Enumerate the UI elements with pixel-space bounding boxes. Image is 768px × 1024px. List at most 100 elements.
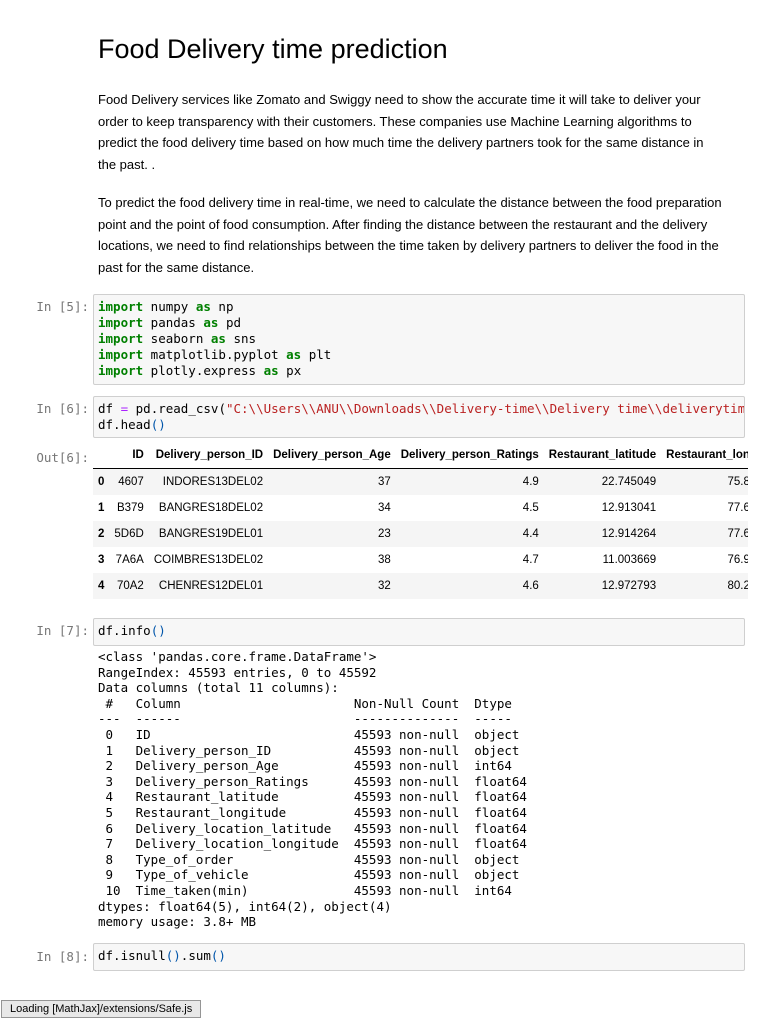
column-header: Delivery_person_Ratings: [395, 442, 544, 469]
code-string: "C:\\Users\\ANU\\Downloads\\Delivery-tim…: [225, 401, 745, 416]
module-name: plotly.express: [143, 363, 264, 378]
table-row: 2 5D6D BANGRES19DEL01 23 4.4 12.914264 77.6: [93, 521, 748, 547]
dataframe-table: ID Delivery_person_ID Delivery_person_Age D…: [93, 442, 748, 599]
table-cell: 37: [377, 476, 391, 488]
table-cell: 4.5: [522, 502, 539, 514]
cell-5-prompt: In [5]:: [36, 299, 89, 314]
keyword-as: as: [195, 299, 211, 314]
column-header: Restaurant_lon: [661, 442, 748, 469]
keyword-as: as: [286, 347, 302, 362]
module-alias: np: [210, 299, 234, 314]
column-header: [93, 442, 110, 469]
cell-7-output: <class 'pandas.core.frame.DataFrame'> Ra…: [98, 649, 527, 930]
table-cell: 77.6: [727, 502, 748, 514]
code-info-call: df.info: [98, 623, 151, 638]
column-header: Delivery_person_ID: [148, 442, 269, 469]
table-cell: 7A6A: [115, 554, 144, 566]
row-index: 2: [98, 528, 105, 540]
table-cell: 12.972793: [601, 580, 657, 592]
table-header-row: ID Delivery_person_ID Delivery_person_Age D…: [93, 442, 748, 469]
module-name: matplotlib.pyplot: [143, 347, 287, 362]
method-paragraph: To predict the food delivery time in rea…: [98, 195, 722, 275]
table-cell: 5D6D: [114, 528, 144, 540]
cell-8-prompt: In [8]:: [36, 949, 89, 964]
keyword-as: as: [203, 315, 219, 330]
table-row: 0 4607 INDORES13DEL02 37 4.9 22.745049 75.8: [93, 468, 748, 495]
table-cell: 76.9: [727, 554, 748, 566]
table-cell: 22.745049: [601, 476, 657, 488]
module-alias: sns: [225, 331, 257, 346]
code-paren: (): [165, 948, 181, 963]
module-alias: px: [278, 363, 302, 378]
table-cell: CHENRES12DEL01: [158, 580, 264, 592]
column-header: ID: [109, 442, 149, 469]
notebook-title: Food Delivery time prediction: [98, 34, 448, 64]
cell-8-code[interactable]: df.isnull().sum(): [94, 944, 744, 968]
code-line: import numpy as np: [98, 299, 233, 314]
code-line: import plotly.express as px: [98, 363, 301, 378]
column-header: Restaurant_latitude: [543, 442, 662, 469]
table-cell: 12.913041: [601, 502, 657, 514]
table-cell: INDORES13DEL02: [162, 476, 264, 488]
cell-7-editor[interactable]: df.info(): [93, 618, 745, 646]
table-cell: BANGRES19DEL01: [158, 528, 264, 540]
cell-6-out-prompt: Out[6]:: [36, 450, 89, 465]
keyword-as: as: [210, 331, 226, 346]
table-row: 3 7A6A COIMBRES13DEL02 38 4.7 11.003669 76.9: [93, 547, 748, 573]
keyword-import: import: [98, 299, 144, 314]
table-cell: 34: [377, 502, 391, 514]
code-paren: (): [150, 623, 166, 638]
keyword-import: import: [98, 363, 144, 378]
keyword-import: import: [98, 315, 144, 330]
table-cell: 4.9: [522, 476, 539, 488]
code-call: pd.read_csv(: [135, 401, 226, 416]
keyword-as: as: [263, 363, 279, 378]
code-paren: (): [210, 948, 226, 963]
table-cell: 11.003669: [602, 554, 657, 566]
code-var: df: [98, 401, 114, 416]
table-cell: 32: [377, 580, 391, 592]
table-cell: 77.6: [727, 528, 748, 540]
table-cell: 4.6: [522, 580, 539, 592]
code-operator: =: [120, 401, 129, 416]
module-name: numpy: [143, 299, 196, 314]
table-cell: B379: [116, 502, 144, 514]
table-cell: 12.914264: [601, 528, 657, 540]
cell-8-editor[interactable]: df.isnull().sum(): [93, 943, 745, 971]
module-name: pandas: [143, 315, 204, 330]
table-cell: 4607: [118, 476, 144, 488]
code-line: import pandas as pd: [98, 315, 241, 330]
code-head-call: df.head: [98, 417, 151, 432]
table-cell: 4.7: [522, 554, 539, 566]
keyword-import: import: [98, 331, 144, 346]
module-name: seaborn: [143, 331, 211, 346]
module-alias: plt: [301, 347, 332, 362]
mathjax-status-bar: Loading [MathJax]/extensions/Safe.js: [1, 1000, 202, 1018]
cell-5-editor[interactable]: import numpy as np import pandas as pd i…: [93, 294, 745, 385]
table-cell: 23: [377, 528, 391, 540]
keyword-import: import: [98, 347, 144, 362]
code-isnull-call: df.isnull: [98, 948, 166, 963]
table-cell: COIMBRES13DEL02: [153, 554, 264, 566]
code-paren: (): [150, 417, 166, 432]
table-cell: BANGRES18DEL02: [158, 502, 264, 514]
table-cell: 75.8: [727, 476, 748, 488]
table-row: 4 70A2 CHENRES12DEL01 32 4.6 12.972793 80.2: [93, 573, 748, 599]
cell-5-code[interactable]: import numpy as np import pandas as pd i…: [94, 295, 744, 383]
column-header: Delivery_person_Age: [268, 442, 396, 469]
row-index: 3: [98, 554, 105, 566]
intro-paragraph: Food Delivery services like Zomato and S…: [98, 92, 704, 172]
code-line: import seaborn as sns: [98, 331, 256, 346]
code-sum-call: .sum: [180, 948, 211, 963]
table-cell: 38: [377, 554, 391, 566]
cell-6-code[interactable]: df = pd.read_csv("C:\\Users\\ANU\\Downlo…: [94, 397, 744, 437]
cell-7-code[interactable]: df.info(): [94, 619, 744, 643]
row-index: 1: [98, 502, 105, 514]
cell-6-prompt: In [6]:: [36, 401, 89, 416]
code-line: import matplotlib.pyplot as plt: [98, 347, 331, 362]
module-alias: pd: [218, 315, 242, 330]
cell-7-prompt: In [7]:: [36, 623, 89, 638]
table-row: 1 B379 BANGRES18DEL02 34 4.5 12.913041 77.6: [93, 495, 748, 521]
cell-6-editor[interactable]: df = pd.read_csv("C:\\Users\\ANU\\Downlo…: [93, 396, 745, 438]
row-index: 4: [98, 580, 105, 592]
